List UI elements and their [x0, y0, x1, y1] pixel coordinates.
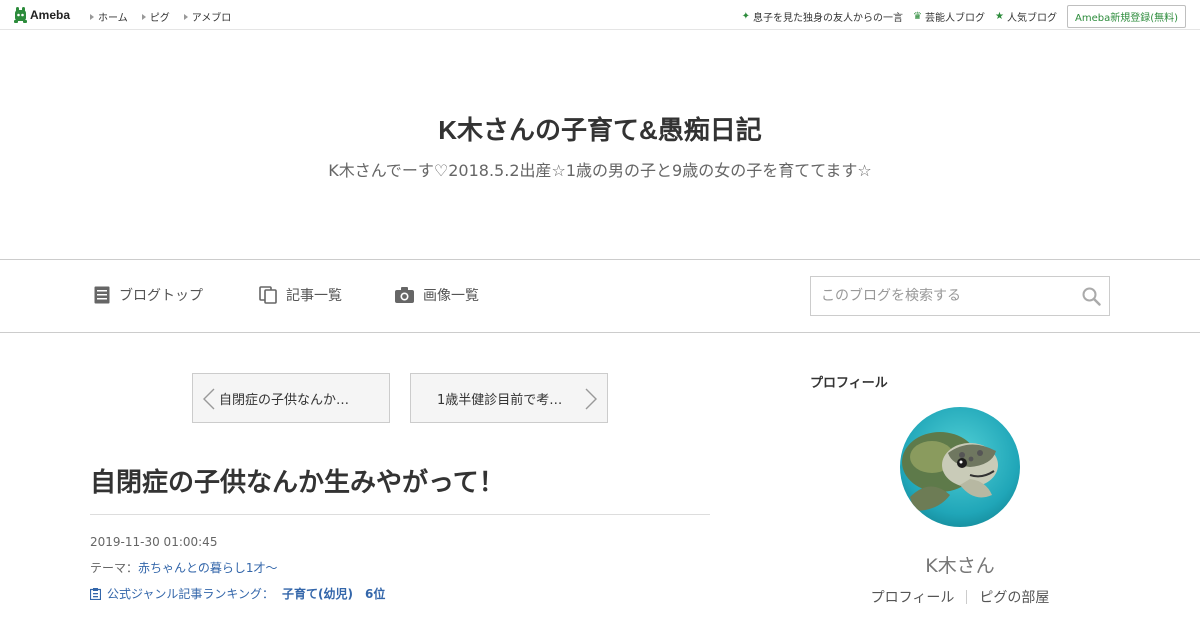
avatar[interactable]: [900, 407, 1020, 527]
theme-prefix: テーマ：: [90, 561, 139, 575]
star-icon: ★: [995, 11, 1004, 22]
blog-nav: ブログトップ 記事一覧 画像一覧: [0, 260, 1200, 333]
ameba-mascot-icon: [14, 7, 27, 23]
blog-search: [810, 276, 1110, 316]
blog-nav-top[interactable]: ブログトップ: [94, 285, 203, 305]
blog-nav-label: 記事一覧: [286, 288, 342, 304]
entry-ranking[interactable]: 公式ジャンル記事ランキング： 子育て(幼児) 6位: [90, 585, 385, 602]
crown-icon: ♛: [913, 11, 923, 22]
camera-icon: [395, 287, 414, 303]
blog-description: K木さんでーす♡2018.5.2出産☆1歳の男の子と9歳の女の子を育ててます☆: [328, 161, 872, 180]
blog-nav-label: 画像一覧: [423, 288, 479, 304]
blog-nav-image-list[interactable]: 画像一覧: [395, 285, 479, 305]
chevron-right-icon: [585, 388, 597, 410]
celebrity-blog-label: 芸能人ブログ: [925, 13, 986, 24]
global-nav-ameblo[interactable]: アメブロ: [183, 9, 232, 24]
prev-entry-button[interactable]: 自閉症の子供なんか…: [192, 373, 390, 423]
blog-nav-label: ブログトップ: [119, 288, 203, 304]
entry-title[interactable]: 自閉症の子供なんか生みやがって！: [90, 462, 505, 499]
triangle-right-icon: [183, 13, 188, 20]
profile-links: プロフィール ピグの部屋: [810, 587, 1110, 607]
global-nav-label: ピグ: [149, 13, 170, 24]
global-right-links: ✦ 息子を見た独身の友人からの一言 ♛ 芸能人ブログ ★ 人気ブログ Ameba新規登…: [742, 5, 1186, 28]
featured-article-link[interactable]: ✦ 息子を見た独身の友人からの一言: [742, 9, 903, 24]
prev-entry-label: 自閉症の子供なんか…: [219, 392, 350, 408]
sea-turtle-avatar: [900, 407, 1020, 527]
global-nav: ホーム ピグ アメブロ: [90, 9, 231, 24]
triangle-right-icon: [90, 13, 94, 20]
featured-article-label: 息子を見た独身の友人からの一言: [753, 13, 904, 24]
profile-link[interactable]: プロフィール: [859, 587, 967, 607]
ranking-icon: [90, 587, 101, 600]
ranking-genre: 子育て(幼児): [282, 587, 354, 601]
ranking-position: 6位: [365, 587, 386, 601]
popular-blog-label: 人気ブログ: [1006, 13, 1057, 24]
document-icon: [94, 286, 110, 304]
ranking-label: 公式ジャンル記事ランキング：: [107, 587, 275, 601]
search-input[interactable]: [811, 277, 1071, 315]
register-button[interactable]: Ameba新規登録(無料): [1066, 5, 1186, 28]
theme-link[interactable]: 赤ちゃんとの暮らし1才〜: [138, 561, 278, 575]
ameba-logo[interactable]: Ameba: [14, 7, 70, 23]
blog-title[interactable]: K木さんの子育て&愚痴日記: [0, 110, 1200, 147]
blog-header: K木さんの子育て&愚痴日記 K木さんでーす♡2018.5.2出産☆1歳の男の子と…: [0, 30, 1200, 260]
copy-icon: [259, 286, 277, 304]
next-entry-button[interactable]: 1歳半健診目前で考…: [410, 373, 608, 423]
sparkle-icon: ✦: [741, 11, 751, 22]
celebrity-blog-link[interactable]: ♛ 芸能人ブログ: [913, 9, 985, 24]
entry-divider: [90, 514, 710, 515]
pigg-room-link[interactable]: ピグの部屋: [967, 587, 1061, 607]
chevron-left-icon: [203, 388, 215, 410]
global-nav-label: ホーム: [98, 13, 128, 24]
next-entry-label: 1歳半健診目前で考…: [437, 392, 563, 408]
profile-name[interactable]: K木さん: [810, 551, 1110, 578]
triangle-right-icon: [141, 13, 146, 20]
entry-theme: テーマ：赤ちゃんとの暮らし1才〜: [90, 559, 278, 576]
global-header: Ameba ホーム ピグ アメブロ ✦ 息子を見た独身の友人からの一言 ♛ 芸能人ブ…: [0, 0, 1200, 30]
global-nav-pigg[interactable]: ピグ: [141, 9, 170, 24]
global-nav-home[interactable]: ホーム: [90, 9, 128, 24]
search-icon[interactable]: [1082, 287, 1101, 306]
popular-blog-link[interactable]: ★ 人気ブログ: [995, 9, 1057, 24]
entry-date: 2019-11-30 01:00:45: [90, 535, 218, 549]
global-nav-label: アメブロ: [191, 13, 232, 24]
blog-nav-entry-list[interactable]: 記事一覧: [259, 285, 342, 305]
profile-heading: プロフィール: [810, 376, 888, 391]
logo-text: Ameba: [30, 8, 71, 22]
